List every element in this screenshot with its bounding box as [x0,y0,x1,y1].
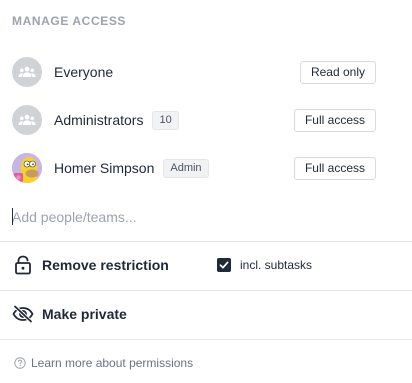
access-level-dropdown[interactable]: Read only [299,60,376,84]
access-level-dropdown[interactable]: Full access [293,108,376,132]
eye-off-icon [12,303,34,325]
help-circle-icon [14,357,26,369]
member-name: Administrators [54,112,144,128]
user-avatar [12,153,42,183]
learn-more-label: Learn more about permissions [31,356,194,370]
divider [0,339,412,340]
access-level-dropdown[interactable]: Full access [293,156,376,180]
group-avatar-icon [12,57,42,87]
remove-restriction-button[interactable]: Remove restriction [12,254,212,276]
learn-more-link[interactable]: Learn more about permissions [14,356,193,370]
lock-open-icon [12,254,34,276]
make-private-button[interactable]: Make private [12,303,212,325]
make-private-label: Make private [42,306,127,322]
divider [0,241,412,242]
member-count-badge: 10 [152,110,179,130]
member-name: Everyone [54,64,114,80]
section-title: MANAGE ACCESS [12,14,127,28]
include-subtasks-label: incl. subtasks [240,258,313,272]
include-subtasks-checkbox[interactable]: incl. subtasks [217,258,312,272]
add-people-input[interactable] [12,205,392,229]
member-name: Homer Simpson [54,160,155,176]
remove-restriction-label: Remove restriction [42,257,169,273]
member-role-badge: Admin [163,158,209,178]
text-caret [12,208,13,225]
group-avatar-icon [12,105,42,135]
member-row-administrators: Administrators 10 Full access [12,102,376,138]
member-row-everyone: Everyone Read only [12,54,376,90]
member-row-homer-simpson: Homer Simpson Admin Full access [12,150,376,186]
checkbox-checked-icon [217,258,231,272]
divider [0,290,412,291]
